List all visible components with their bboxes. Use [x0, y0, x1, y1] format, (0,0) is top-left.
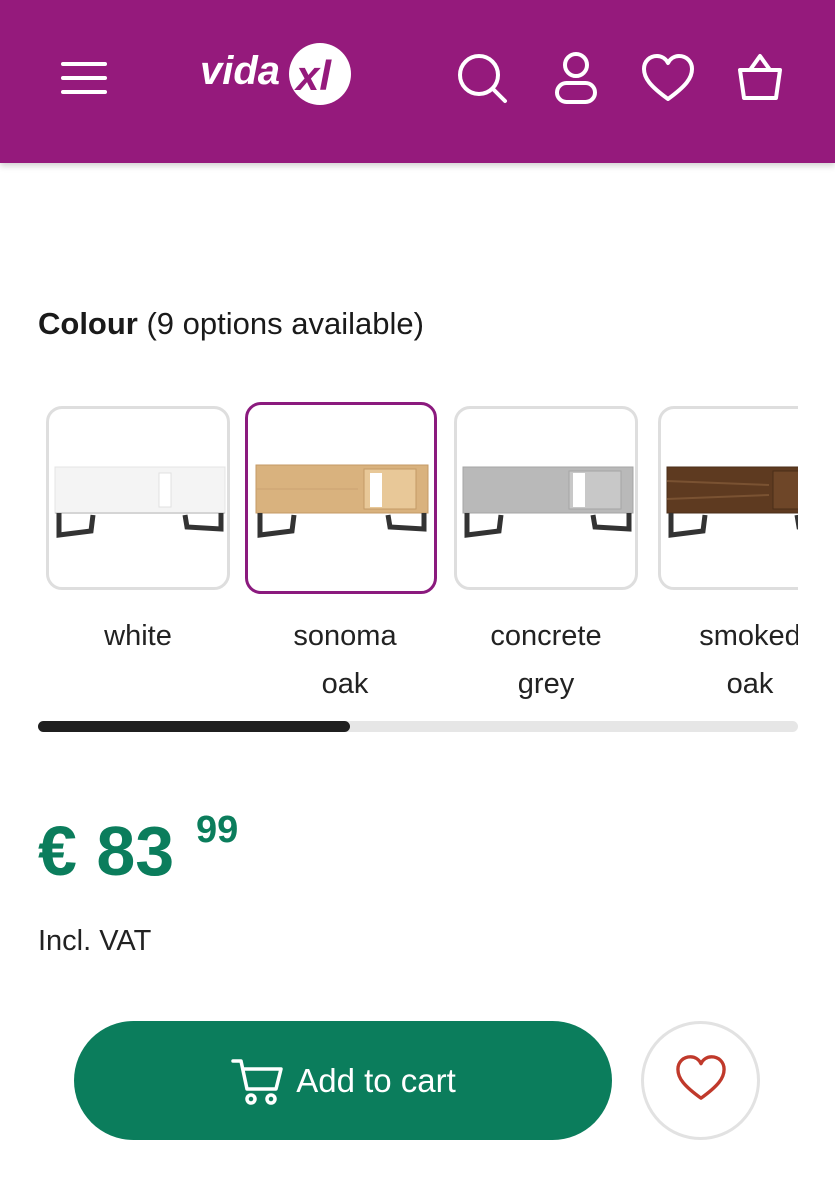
heart-icon[interactable] — [636, 46, 700, 110]
vidaxl-logo[interactable]: vida xl — [196, 34, 366, 114]
coffee-table-image — [666, 466, 798, 538]
swatch-thumbnail — [454, 406, 638, 590]
colour-option-label: white — [104, 620, 172, 652]
colour-option-label: sonoma oak — [293, 620, 397, 700]
add-to-cart-label: Add to cart — [296, 1061, 456, 1099]
basket-icon[interactable] — [728, 46, 792, 110]
svg-text:vida: vida — [200, 49, 280, 93]
swatch-thumbnail — [245, 402, 437, 594]
colour-options-count: (9 options available) — [137, 306, 424, 341]
colour-heading-label: Colour — [38, 306, 138, 341]
colour-swatch-carousel[interactable]: white sonoma oak concrete grey smoked oa… — [38, 400, 798, 710]
add-to-wishlist-button[interactable] — [641, 1021, 760, 1140]
swatch-thumbnail — [658, 406, 798, 590]
user-icon[interactable] — [544, 46, 608, 110]
search-icon[interactable] — [450, 46, 514, 110]
add-to-cart-button[interactable]: Add to cart — [74, 1021, 612, 1140]
swatch-thumbnail — [46, 406, 230, 590]
coffee-table-image — [54, 466, 226, 538]
vat-note: Incl. VAT — [38, 925, 152, 957]
carousel-scrollbar-thumb[interactable] — [38, 721, 350, 732]
svg-text:xl: xl — [294, 52, 332, 99]
site-header: vida xl — [0, 0, 835, 163]
carousel-scrollbar[interactable] — [38, 721, 798, 732]
colour-option-label: smoked oak — [699, 620, 798, 700]
price-cents: 99 — [196, 809, 239, 851]
coffee-table-image — [255, 464, 429, 538]
product-price: € 83 99 — [38, 806, 238, 896]
cart-icon — [230, 1053, 286, 1109]
heart-outline-icon — [674, 1053, 728, 1108]
colour-heading: Colour (9 options available) — [38, 304, 424, 344]
colour-option-label: concrete grey — [490, 620, 602, 700]
price-whole: € 83 — [38, 812, 175, 890]
coffee-table-image — [462, 466, 634, 538]
hamburger-menu-icon[interactable] — [52, 46, 116, 110]
